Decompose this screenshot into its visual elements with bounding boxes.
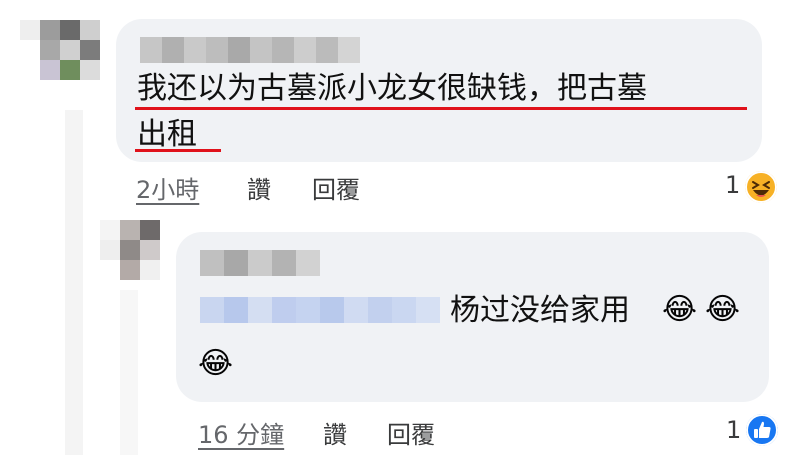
author-name-blurred[interactable]	[140, 37, 360, 63]
tears-of-joy-icon: 😂	[198, 346, 234, 381]
avatar[interactable]	[20, 20, 100, 80]
reaction-count[interactable]: 1	[725, 171, 740, 199]
red-underline	[135, 149, 221, 152]
reaction-count[interactable]: 1	[726, 416, 741, 444]
reply-thread-line	[120, 290, 138, 455]
author-name-blurred[interactable]	[200, 250, 320, 276]
comment-text-line: 我还以为古墓派小龙女很缺钱，把古墓	[137, 71, 647, 106]
tears-of-joy-icon: 😂	[662, 292, 698, 327]
thread-line	[65, 110, 83, 455]
like-button[interactable]: 讚	[247, 170, 271, 205]
red-underline	[135, 107, 747, 110]
avatar[interactable]	[100, 220, 162, 280]
tears-of-joy-icon: 😂	[705, 292, 741, 327]
reply-button[interactable]: 回覆	[387, 415, 435, 450]
thumbs-up-icon[interactable]	[746, 414, 778, 446]
like-button[interactable]: 讚	[323, 415, 347, 450]
reply-button[interactable]: 回覆	[312, 170, 360, 205]
comment-timestamp[interactable]: 2小時	[136, 170, 199, 205]
reply-text: 杨过没给家用	[450, 293, 630, 328]
reply-timestamp[interactable]: 16 分鐘	[198, 415, 284, 450]
laughing-face-icon[interactable]	[745, 171, 777, 203]
mentioned-name-blurred[interactable]	[200, 297, 440, 323]
